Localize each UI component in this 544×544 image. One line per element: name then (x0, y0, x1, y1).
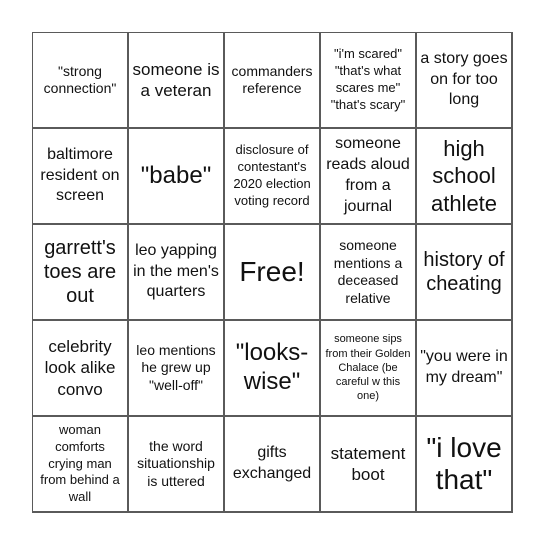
bingo-cell-text: leo yapping in the men's quarters (133, 241, 219, 301)
bingo-cell-text: statement boot (330, 443, 406, 484)
bingo-cell-text: "i love that" (426, 431, 502, 495)
bingo-cell-text: high school athlete (430, 135, 498, 216)
bingo-cell[interactable]: "i love that" (417, 417, 513, 513)
bingo-cell-text: gifts exchanged (232, 444, 312, 482)
bingo-cell[interactable]: "babe" (129, 129, 225, 225)
bingo-cell[interactable]: "you were in my dream" (417, 321, 513, 417)
bingo-cell[interactable]: a story goes on for too long (417, 33, 513, 129)
bingo-cell[interactable]: someone sips from their Golden Chalace (… (321, 321, 417, 417)
bingo-cell-text: someone sips from their Golden Chalace (… (325, 333, 411, 403)
bingo-cell[interactable]: someone mentions a deceased relative (321, 225, 417, 321)
bingo-cell[interactable]: statement boot (321, 417, 417, 513)
bingo-cell[interactable]: gifts exchanged (225, 417, 321, 513)
bingo-cell-text: "looks-wise" (235, 339, 309, 395)
bingo-cell[interactable]: someone is a veteran (129, 33, 225, 129)
bingo-board: "strong connection" someone is a veteran c… (32, 32, 513, 513)
bingo-cell-text: "you were in my dream" (420, 348, 508, 386)
bingo-cell-text: someone is a veteran (132, 59, 220, 100)
bingo-cell[interactable]: garrett's toes are out (33, 225, 129, 321)
bingo-cell[interactable]: "strong connection" (33, 33, 129, 129)
bingo-cell-text: commanders reference (231, 62, 313, 97)
bingo-cell[interactable]: leo mentions he grew up "well-off" (129, 321, 225, 417)
bingo-cell-text: "babe" (140, 161, 212, 189)
bingo-cell-text: celebrity look alike convo (44, 337, 116, 399)
bingo-cell[interactable]: history of cheating (417, 225, 513, 321)
bingo-cell[interactable]: the word situationship is uttered (129, 417, 225, 513)
bingo-cell-text: "i'm scared" "that's what scares me" "th… (330, 46, 406, 112)
bingo-cell[interactable]: "looks-wise" (225, 321, 321, 417)
bingo-cell-text: garrett's toes are out (43, 237, 117, 307)
bingo-cell[interactable]: high school athlete (417, 129, 513, 225)
bingo-cell-text: Free! (239, 255, 305, 287)
bingo-cell-text: "strong connection" (43, 62, 117, 97)
bingo-cell[interactable]: celebrity look alike convo (33, 321, 129, 417)
free-space-cell[interactable]: Free! (225, 225, 321, 321)
bingo-cell[interactable]: "i'm scared" "that's what scares me" "th… (321, 33, 417, 129)
bingo-cell-text: disclosure of contestant's 2020 election… (233, 142, 311, 208)
bingo-cell[interactable]: someone reads aloud from a journal (321, 129, 417, 225)
bingo-cell[interactable]: woman comforts crying man from behind a … (33, 417, 129, 513)
bingo-cell-text: someone mentions a deceased relative (333, 237, 403, 306)
bingo-cell-text: history of cheating (423, 249, 505, 295)
bingo-cell-text: a story goes on for too long (420, 49, 508, 109)
bingo-cell-text: leo mentions he grew up "well-off" (136, 341, 216, 393)
bingo-cell[interactable]: disclosure of contestant's 2020 election… (225, 129, 321, 225)
bingo-cell-text: the word situationship is uttered (137, 437, 215, 489)
bingo-cell[interactable]: baltimore resident on screen (33, 129, 129, 225)
bingo-cell-text: baltimore resident on screen (40, 145, 120, 205)
bingo-cell-text: someone reads aloud from a journal (326, 135, 410, 215)
bingo-cell[interactable]: commanders reference (225, 33, 321, 129)
bingo-cell-text: woman comforts crying man from behind a … (40, 421, 120, 505)
bingo-cell[interactable]: leo yapping in the men's quarters (129, 225, 225, 321)
